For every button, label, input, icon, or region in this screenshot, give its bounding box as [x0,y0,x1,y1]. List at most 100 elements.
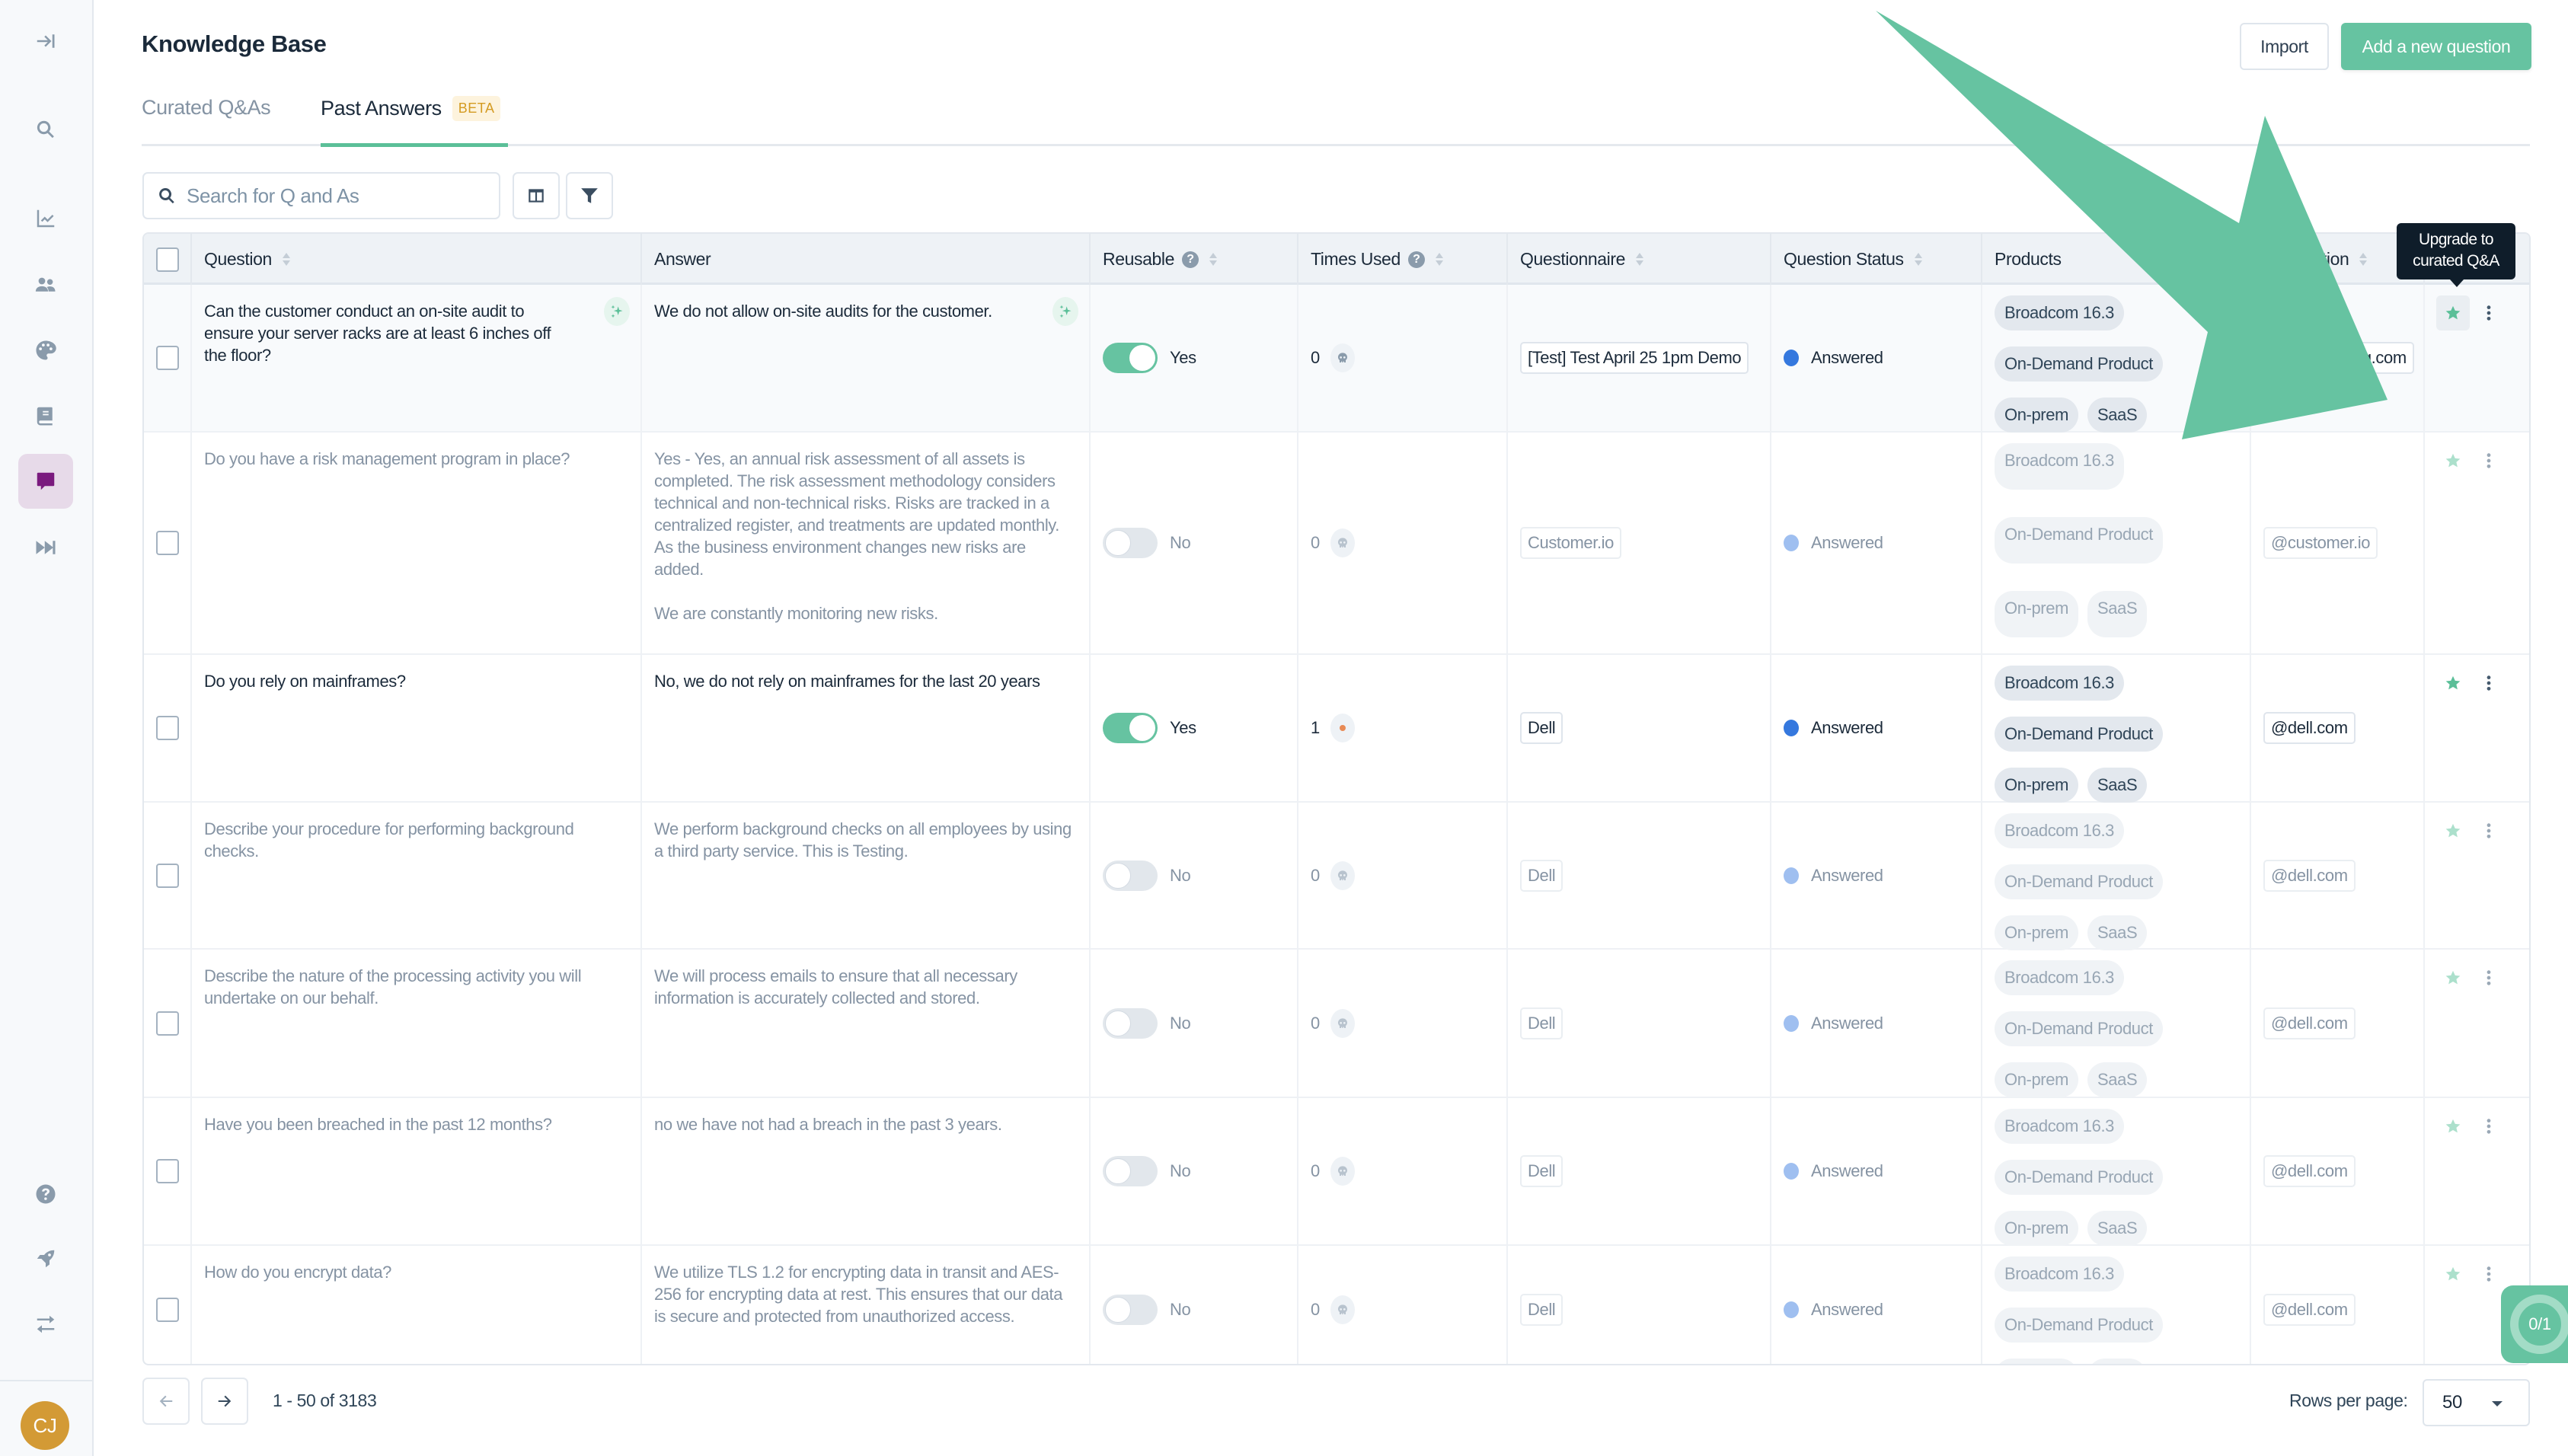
question-cell[interactable]: How do you encrypt data? [192,1246,642,1364]
connection-value[interactable]: @dell.com [2263,712,2356,744]
table-row[interactable]: Describe the nature of the processing ac… [144,950,2529,1098]
product-tag[interactable]: On-Demand Product [1995,864,2163,899]
reusable-toggle[interactable] [1103,713,1158,743]
previous-page-button[interactable] [142,1378,190,1425]
answer-cell[interactable]: No, we do not rely on mainframes for the… [642,655,1091,801]
sort-icon[interactable] [2359,252,2368,267]
product-tag[interactable]: SaaS [2087,1062,2148,1097]
reusable-toggle[interactable] [1103,1295,1158,1325]
questionnaire-link[interactable]: Dell [1520,712,1563,744]
sort-icon[interactable] [1636,252,1643,267]
product-tag[interactable]: On-prem [1995,1359,2078,1364]
reusable-toggle[interactable] [1103,860,1158,891]
column-header-question[interactable]: Question [192,234,642,285]
questionnaire-link[interactable]: Dell [1520,1294,1563,1326]
sort-icon[interactable] [282,252,290,267]
more-options-button[interactable] [2477,1256,2500,1292]
product-tag[interactable]: On-prem [1995,768,2078,803]
sidebar-item-switch[interactable] [18,1297,73,1352]
select-all-checkbox[interactable] [155,247,179,272]
import-button[interactable]: Import [2240,23,2329,70]
columns-button[interactable] [513,172,560,219]
product-tag[interactable]: On-Demand Product [1995,717,2163,752]
product-tag[interactable]: SaaS [2087,591,2148,637]
upgrade-to-curated-button[interactable] [2436,813,2470,848]
questionnaire-link[interactable]: Dell [1520,859,1563,892]
connection-value[interactable]: @dell.com [2263,1007,2356,1039]
tab-past-answers[interactable]: Past Answers BETA [321,96,508,147]
question-cell[interactable]: Describe your procedure for performing b… [192,803,642,948]
table-row[interactable]: Have you been breached in the past 12 mo… [144,1098,2529,1246]
sort-icon[interactable] [1435,252,1443,267]
row-checkbox[interactable] [155,346,179,370]
table-row[interactable]: How do you encrypt data? We utilize TLS 1… [144,1246,2529,1364]
user-avatar[interactable]: CJ [21,1401,69,1450]
add-question-button[interactable]: Add a new question [2341,23,2531,70]
questionnaire-link[interactable]: Dell [1520,1007,1563,1039]
connection-value[interactable]: @conveyorhq.com [2263,342,2414,374]
product-tag[interactable]: SaaS [2087,1211,2148,1246]
sidebar-item-help[interactable] [18,1167,73,1221]
connection-value[interactable]: @customer.io [2263,527,2378,559]
answer-cell[interactable]: We will process emails to ensure that al… [642,950,1091,1097]
more-options-button[interactable] [2477,813,2500,848]
column-header-question-status[interactable]: Question Status [1771,234,1982,285]
column-header-questionnaire[interactable]: Questionnaire [1508,234,1771,285]
sidebar-item-branding[interactable] [18,323,73,378]
product-tag[interactable]: Broadcom 16.3 [1995,443,2124,490]
search-input[interactable] [187,184,476,208]
sidebar-item-analytics[interactable] [18,191,73,246]
help-icon[interactable]: ? [1181,251,1199,268]
product-tag[interactable]: On-prem [1995,1211,2078,1246]
product-tag[interactable]: Broadcom 16.3 [1995,1256,2124,1292]
reusable-toggle[interactable] [1103,528,1158,558]
table-row[interactable]: Describe your procedure for performing b… [144,803,2529,950]
sidebar-item-knowledge-base[interactable] [18,454,73,509]
ai-suggest-button[interactable] [604,297,630,326]
product-tag[interactable]: On-Demand Product [1995,1160,2163,1195]
answer-cell[interactable]: We perform background checks on all empl… [642,803,1091,948]
row-checkbox[interactable] [155,1011,179,1036]
sidebar-item-search[interactable] [18,102,73,157]
more-options-button[interactable] [2477,295,2500,330]
sidebar-item-fast-forward[interactable] [18,520,73,575]
more-options-button[interactable] [2477,443,2500,478]
table-row[interactable]: Do you have a risk management program in… [144,433,2529,655]
product-tag[interactable]: Broadcom 16.3 [1995,295,2124,330]
collapse-sidebar-button[interactable] [18,14,73,69]
row-checkbox[interactable] [155,1298,179,1322]
answer-cell[interactable]: no we have not had a breach in the past … [642,1098,1091,1244]
progress-widget[interactable]: 0/1 [2501,1285,2568,1363]
row-checkbox[interactable] [155,863,179,888]
question-cell[interactable]: Describe the nature of the processing ac… [192,950,642,1097]
upgrade-to-curated-button[interactable] [2436,295,2470,330]
questionnaire-link[interactable]: Customer.io [1520,527,1621,559]
more-options-button[interactable] [2477,666,2500,701]
upgrade-to-curated-button[interactable] [2436,1109,2470,1144]
product-tag[interactable]: On-prem [1995,1062,2078,1097]
row-checkbox[interactable] [155,716,179,740]
reusable-toggle[interactable] [1103,1156,1158,1186]
sidebar-item-library[interactable] [18,388,73,443]
question-cell[interactable]: Do you have a risk management program in… [192,433,642,653]
reusable-toggle[interactable] [1103,343,1158,373]
product-tag[interactable]: SaaS [2087,915,2148,950]
connection-value[interactable]: @dell.com [2263,1155,2356,1187]
table-row[interactable]: Can the customer conduct an on-site audi… [144,285,2529,433]
product-tag[interactable]: On-prem [1995,591,2078,637]
question-cell[interactable]: Have you been breached in the past 12 mo… [192,1098,642,1244]
answer-cell[interactable]: We do not allow on-site audits for the c… [642,285,1091,431]
connection-value[interactable]: @dell.com [2263,1294,2356,1326]
upgrade-to-curated-button[interactable] [2436,960,2470,995]
answer-cell[interactable]: Yes - Yes, an annual risk assessment of … [642,433,1091,653]
product-tag[interactable]: On-prem [1995,915,2078,950]
more-options-button[interactable] [2477,1109,2500,1144]
product-tag[interactable]: Broadcom 16.3 [1995,666,2124,701]
product-tag[interactable]: On-Demand Product [1995,1308,2163,1343]
column-header-reusable[interactable]: Reusable? [1091,234,1298,285]
question-cell[interactable]: Do you rely on mainframes? [192,655,642,801]
product-tag[interactable]: On-Demand Product [1995,1011,2163,1046]
ai-suggest-button[interactable] [1052,297,1078,326]
tab-curated-qas[interactable]: Curated Q&As [142,96,271,146]
upgrade-to-curated-button[interactable] [2436,443,2470,478]
